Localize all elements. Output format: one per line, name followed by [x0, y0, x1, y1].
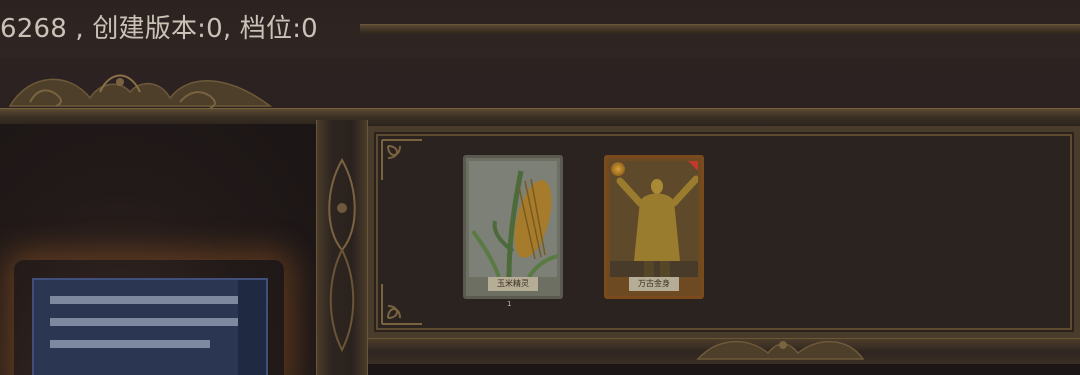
card-corn-sublabel: 1 [507, 300, 512, 308]
scroll-ornament-icon [8, 74, 273, 109]
rarity-gem-icon [611, 162, 625, 176]
storage-side [238, 280, 266, 375]
storage-stripe [50, 318, 250, 326]
card-corn-label: 玉米精灵 [488, 277, 538, 291]
corner-ornament-icon [381, 284, 422, 325]
card-golden-god-label: 万古金身 [629, 277, 679, 291]
storage-box[interactable] [32, 278, 268, 375]
storage-stripe [50, 296, 250, 304]
bottom-moulding [368, 338, 1080, 365]
card-corn[interactable]: 玉米精灵 [463, 155, 563, 299]
corn-card-art [469, 161, 557, 277]
storage-stripe [50, 340, 210, 348]
golden-god-card-art [610, 161, 698, 277]
frame-pillar [316, 120, 368, 375]
card-golden-god[interactable]: 万古金身 [604, 155, 704, 299]
frame-moulding [0, 108, 1080, 125]
build-status-text: 6268 , 创建版本:0, 档位:0 [0, 14, 318, 44]
corner-flag-icon [688, 161, 698, 171]
top-rail-line [360, 24, 1080, 35]
bottom-shadow [368, 364, 1080, 375]
game-scene: 6268 , 创建版本:0, 档位:0 玉米精灵 1 万古金身 [0, 0, 1080, 375]
corner-ornament-icon [381, 139, 422, 180]
bottom-ornament-icon [696, 341, 865, 360]
pillar-ornament-icon [328, 157, 356, 353]
